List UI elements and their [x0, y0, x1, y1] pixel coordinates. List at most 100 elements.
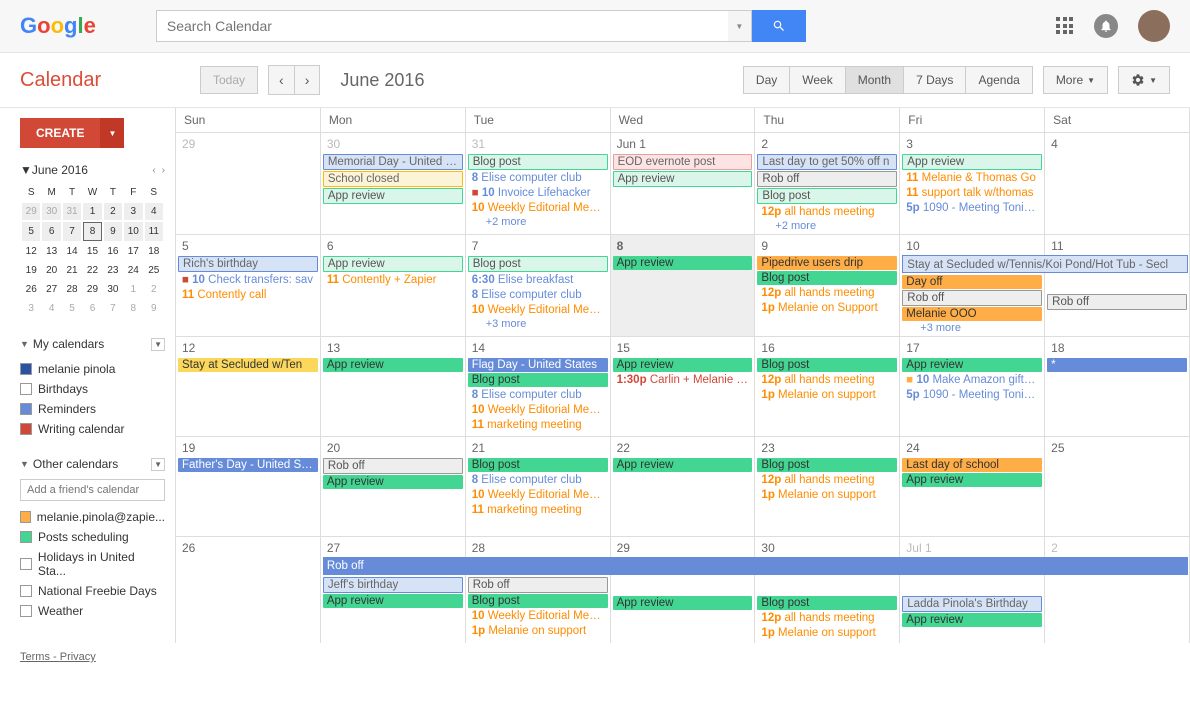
event[interactable]: 11 Melanie & Thomas Go	[902, 171, 1042, 185]
mini-day[interactable]: 24	[124, 262, 142, 279]
event[interactable]: 12p all hands meeting	[757, 286, 897, 300]
mini-day[interactable]: 9	[145, 300, 163, 317]
event[interactable]: 10 Invoice Lifehacker	[468, 186, 608, 200]
mini-day[interactable]: 15	[83, 243, 101, 260]
day-cell[interactable]: 4	[1045, 132, 1190, 234]
event[interactable]: *	[1047, 358, 1187, 372]
calendar-item[interactable]: National Freebie Days	[20, 581, 165, 601]
event[interactable]: Pipedrive users drip	[757, 256, 897, 270]
event[interactable]: 10 Check transfers: sav	[178, 273, 318, 287]
mini-day[interactable]: 6	[42, 222, 60, 241]
day-cell[interactable]: 7Blog post6:30 Elise breakfast8 Elise co…	[466, 234, 611, 336]
day-cell[interactable]: 21Blog post8 Elise computer club10 Weekl…	[466, 436, 611, 536]
event[interactable]: Melanie OOO	[902, 307, 1042, 321]
event[interactable]: App review	[902, 358, 1042, 372]
mini-day[interactable]: 4	[42, 300, 60, 317]
event[interactable]: 1p Melanie on Support	[757, 301, 897, 315]
terms-link[interactable]: Terms	[20, 651, 50, 663]
mini-day[interactable]: 22	[83, 262, 101, 279]
day-cell[interactable]: 2	[1045, 536, 1190, 643]
event[interactable]: Flag Day - United States	[468, 358, 608, 372]
mini-day[interactable]: 25	[145, 262, 163, 279]
event-span[interactable]: Stay at Secluded w/Tennis/Koi Pond/Hot T…	[902, 255, 1188, 273]
mini-day[interactable]: 16	[104, 243, 122, 260]
event[interactable]: School closed	[323, 171, 463, 187]
event[interactable]: Blog post	[757, 358, 897, 372]
mini-next[interactable]: ›	[162, 165, 165, 176]
day-cell[interactable]: 26	[176, 536, 321, 643]
mini-day[interactable]: 7	[104, 300, 122, 317]
event[interactable]: Blog post	[757, 458, 897, 472]
event[interactable]: App review	[323, 475, 463, 489]
event[interactable]: App review	[613, 171, 753, 187]
mini-day[interactable]: 17	[124, 243, 142, 260]
event[interactable]: 10 Weekly Editorial Meeting	[468, 201, 608, 215]
day-cell[interactable]: 6App review11 Contently + Zapier	[321, 234, 466, 336]
event[interactable]: Rob off	[468, 577, 608, 593]
event[interactable]: App review	[613, 256, 753, 270]
privacy-link[interactable]: Privacy	[60, 651, 96, 663]
event[interactable]: App review	[323, 594, 463, 608]
mini-day[interactable]: 19	[22, 262, 40, 279]
calendar-item[interactable]: Reminders	[20, 399, 165, 419]
event[interactable]: 11 Contently call	[178, 288, 318, 302]
event[interactable]: EOD evernote post	[613, 154, 753, 170]
day-cell[interactable]: 30Blog post12p all hands meeting1p Melan…	[755, 536, 900, 643]
my-calendars-menu[interactable]: ▼	[151, 338, 165, 351]
mini-day[interactable]: 8	[83, 222, 101, 241]
mini-day[interactable]: 29	[22, 203, 40, 220]
event[interactable]: Blog post	[468, 594, 608, 608]
event[interactable]: Father's Day - United States	[178, 458, 318, 472]
settings-button[interactable]: ▼	[1118, 66, 1170, 94]
mini-day[interactable]: 2	[104, 203, 122, 220]
mini-day[interactable]: 8	[124, 300, 142, 317]
event[interactable]: App review	[902, 473, 1042, 487]
day-cell[interactable]: 9Pipedrive users dripBlog post12p all ha…	[755, 234, 900, 336]
search-input[interactable]	[156, 10, 728, 42]
day-cell[interactable]: 8App review	[611, 234, 756, 336]
event[interactable]: 1p Melanie on support	[757, 488, 897, 502]
event[interactable]: Rob off	[757, 171, 897, 187]
event[interactable]: 1p Melanie on support	[468, 624, 608, 638]
event[interactable]: Blog post	[757, 188, 897, 204]
view-7days[interactable]: 7 Days	[904, 66, 966, 94]
mini-day[interactable]: 28	[63, 281, 81, 298]
day-cell[interactable]: 25	[1045, 436, 1190, 536]
mini-day[interactable]: 5	[63, 300, 81, 317]
event[interactable]: 10 Make Amazon gift ca	[902, 373, 1042, 387]
search-button[interactable]	[752, 10, 806, 42]
event[interactable]: 11 Contently + Zapier	[323, 273, 463, 287]
event[interactable]: 11 support talk w/thomas	[902, 186, 1042, 200]
event[interactable]: 1p Melanie on support	[757, 388, 897, 402]
event[interactable]: 1p Melanie on support	[757, 626, 897, 640]
event[interactable]: 12p all hands meeting	[757, 611, 897, 625]
mini-day[interactable]: 27	[42, 281, 60, 298]
mini-day[interactable]: 10	[124, 222, 142, 241]
mini-day[interactable]: 6	[83, 300, 101, 317]
day-cell[interactable]: 29	[176, 132, 321, 234]
day-cell[interactable]: 12Stay at Secluded w/Ten	[176, 336, 321, 436]
day-cell[interactable]: 14Flag Day - United StatesBlog post8 Eli…	[466, 336, 611, 436]
more-events-link[interactable]: +2 more	[755, 220, 899, 232]
next-button[interactable]: ›	[294, 65, 321, 95]
more-events-link[interactable]: +3 more	[466, 318, 610, 330]
event[interactable]: Rich's birthday	[178, 256, 318, 272]
event[interactable]: Last day to get 50% off n	[757, 154, 897, 170]
add-friend-input[interactable]	[20, 479, 165, 501]
event[interactable]: Rob off	[902, 290, 1042, 306]
mini-day[interactable]: 7	[63, 222, 81, 241]
event[interactable]: Jeff's birthday	[323, 577, 463, 593]
calendar-item[interactable]: melanie.pinola@zapie...	[20, 507, 165, 527]
day-cell[interactable]: 19Father's Day - United States	[176, 436, 321, 536]
event[interactable]: App review	[323, 358, 463, 372]
day-cell[interactable]: Jun 1EOD evernote postApp review	[611, 132, 756, 234]
mini-day[interactable]: 30	[104, 281, 122, 298]
event[interactable]: 8 Elise computer club	[468, 288, 608, 302]
day-cell[interactable]: 10Day offRob offMelanie OOO+3 more	[900, 234, 1045, 336]
event[interactable]: 6:30 Elise breakfast	[468, 273, 608, 287]
calendar-item[interactable]: Birthdays	[20, 379, 165, 399]
event[interactable]: Blog post	[468, 256, 608, 272]
event[interactable]: 12p all hands meeting	[757, 473, 897, 487]
event[interactable]: Last day of school	[902, 458, 1042, 472]
event[interactable]: 10 Weekly Editorial Meeting	[468, 609, 608, 623]
